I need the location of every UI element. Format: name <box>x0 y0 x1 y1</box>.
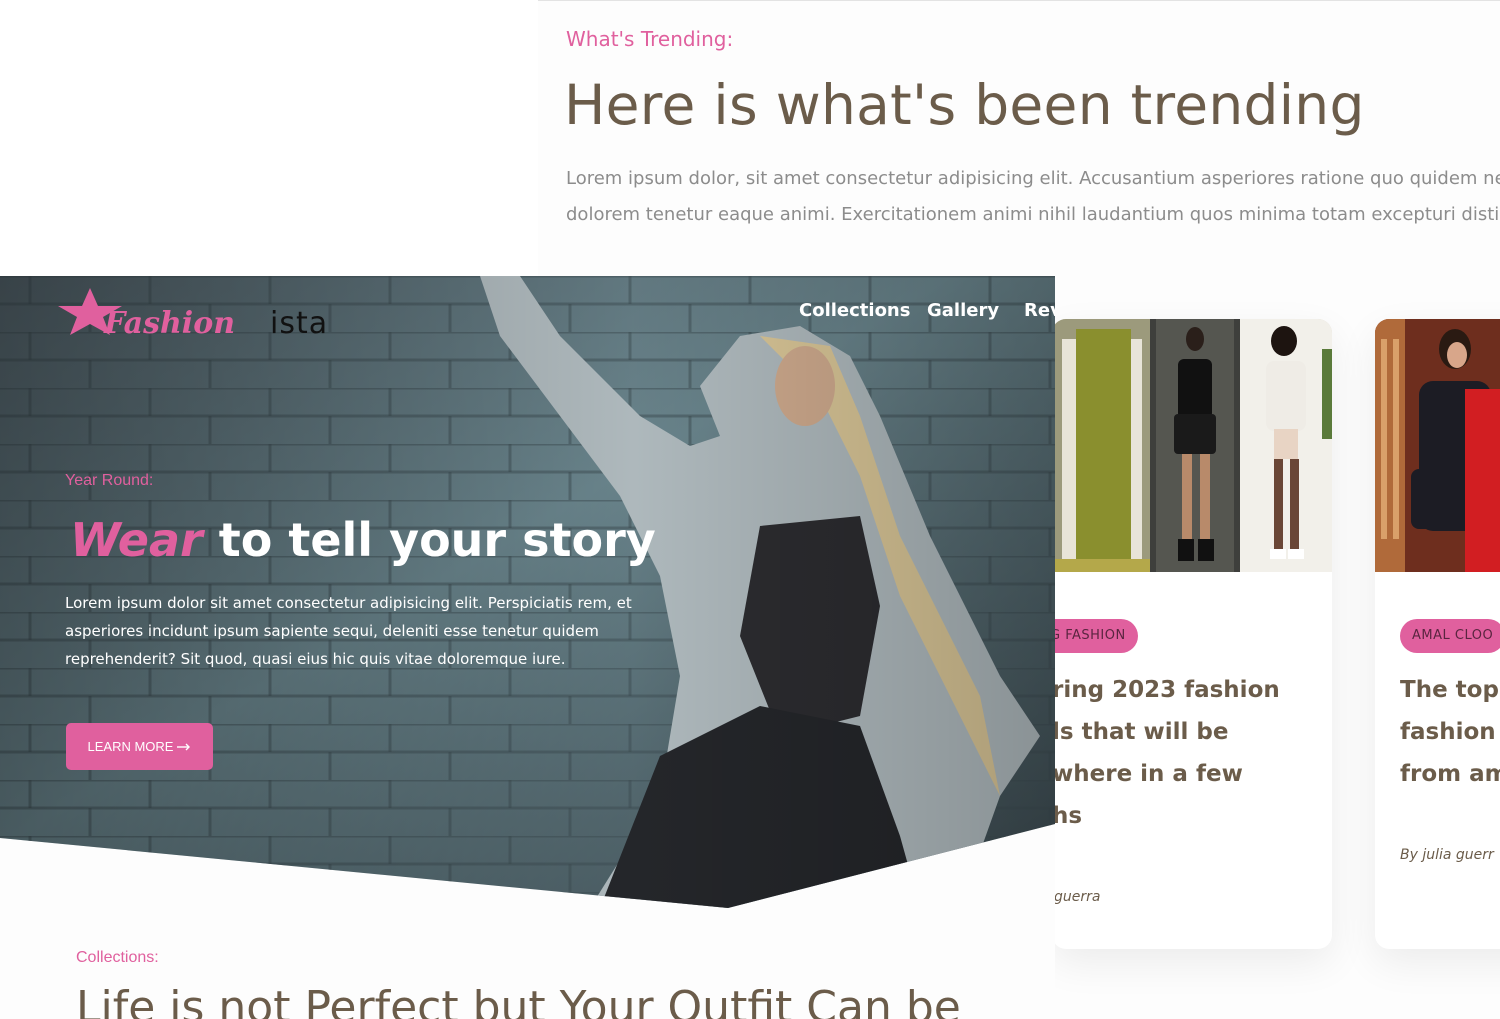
collections-eyebrow: Collections: <box>76 949 159 966</box>
trend-card-title-line: ls that will be <box>1052 719 1229 745</box>
collections-title: Life is not Perfect but Your Outfit Can … <box>76 982 961 1019</box>
hero-headline-rest: to tell your story <box>202 513 656 567</box>
learn-more-label: LEARN MORE <box>87 739 174 754</box>
hero-paragraph-line: Lorem ipsum dolor sit amet consectetur a… <box>65 594 632 612</box>
trend-card-badge[interactable]: AMAL CLOO <box>1400 619 1500 653</box>
trending-paragraph-line: dolorem tenetur eaque animi. Exercitatio… <box>566 204 1500 225</box>
trending-eyebrow: What's Trending: <box>566 27 734 51</box>
nav-link-collections[interactable]: Collections <box>799 300 910 321</box>
trend-card-title-line: from am <box>1400 761 1500 787</box>
desktop: What's Trending: Here is what's been tre… <box>0 0 1500 1019</box>
trend-card-author: By julia guerr <box>1400 847 1494 863</box>
brand-logo[interactable]: Fashion ista <box>54 286 354 346</box>
hero-headline-accent: Wear <box>70 513 203 567</box>
trend-card-badge[interactable]: G FASHION <box>1052 619 1138 653</box>
trend-card-title-line: The top <box>1400 677 1499 703</box>
arrow-right-icon <box>177 743 191 750</box>
trend-card-title-line: hs <box>1052 803 1083 829</box>
nav-link-reviews[interactable]: Rev <box>1024 300 1055 321</box>
hero-paragraph-line: reprehenderit? Sit quod, quasi eius hic … <box>65 650 566 668</box>
hero-section: Fashion ista Collections Gallery Rev Yea… <box>0 276 1055 1019</box>
trend-card-title[interactable]: The top fashion t from am <box>1400 669 1500 795</box>
trend-card-image[interactable] <box>1375 319 1500 572</box>
learn-more-button[interactable]: LEARN MORE <box>66 723 213 770</box>
street-style-image <box>1375 319 1500 572</box>
logo-text-suffix: ista <box>270 306 329 341</box>
hero-paragraph-line: asperiores incidunt ipsum sapiente sequi… <box>65 622 599 640</box>
hero-eyebrow: Year Round: <box>65 472 154 489</box>
runway-collage-image <box>1052 319 1332 572</box>
hero-paragraph: Lorem ipsum dolor sit amet consectetur a… <box>65 589 632 673</box>
trend-card-title-line: where in a few <box>1052 761 1243 787</box>
trending-paragraph-line: Lorem ipsum dolor, sit amet consectetur … <box>566 168 1500 189</box>
trending-paragraph: Lorem ipsum dolor, sit amet consectetur … <box>566 161 1500 233</box>
trend-card[interactable]: AMAL CLOO The top fashion t from am By j… <box>1375 319 1500 949</box>
trend-card-image[interactable] <box>1052 319 1332 572</box>
hero-headline: Wear to tell your story <box>70 513 656 567</box>
trending-title: Here is what's been trending <box>564 73 1365 137</box>
nav-link-gallery[interactable]: Gallery <box>927 300 999 321</box>
trend-card-title[interactable]: ring 2023 fashion ls that will be where … <box>1052 669 1280 837</box>
logo-text: Fashion <box>104 306 236 341</box>
trend-card-title-line: ring 2023 fashion <box>1052 677 1280 703</box>
trend-card[interactable]: G FASHION ring 2023 fashion ls that will… <box>1052 319 1332 949</box>
trend-card-title-line: fashion t <box>1400 719 1500 745</box>
trend-card-author: guerra <box>1054 889 1101 905</box>
